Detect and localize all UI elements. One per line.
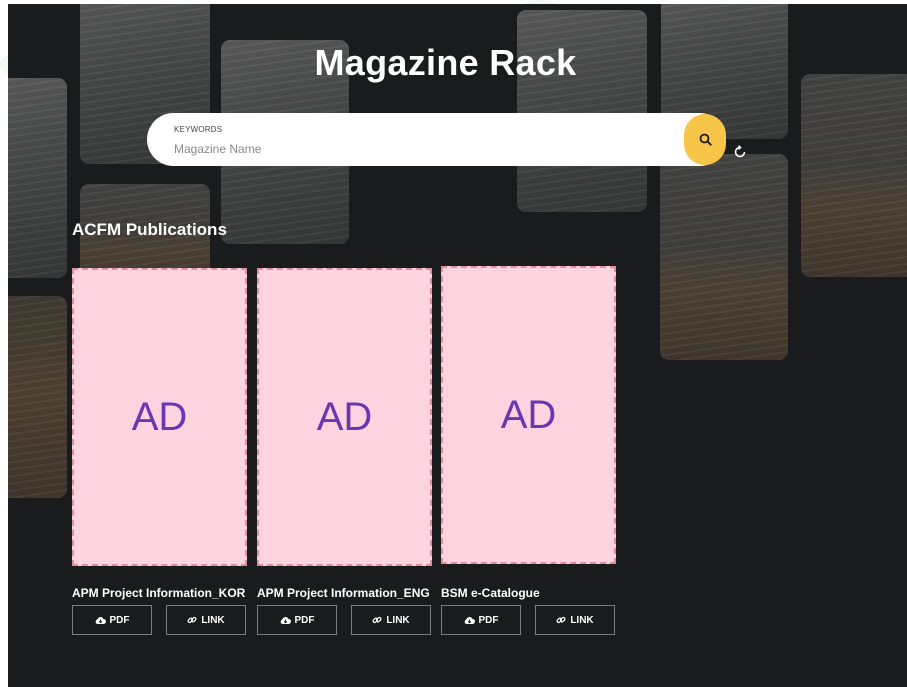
publication-cover-ad[interactable]: AD (441, 266, 616, 564)
magazine-rack-page: Magazine Rack KEYWORDS ACFM Publications… (8, 4, 907, 687)
search-caption: KEYWORDS (174, 125, 223, 134)
link-icon (556, 616, 566, 624)
background-photo-tile (8, 296, 67, 498)
background-photo-tile (517, 10, 647, 212)
pdf-button[interactable]: PDF (72, 605, 152, 635)
pdf-button-label: PDF (478, 614, 499, 626)
link-button-label: LINK (570, 614, 594, 626)
link-button[interactable]: LINK (351, 605, 431, 635)
link-button-label: LINK (201, 614, 225, 626)
background-photo-tile (660, 154, 788, 360)
link-icon (187, 616, 197, 624)
search-input[interactable] (172, 140, 656, 158)
search-icon (699, 133, 712, 146)
link-button[interactable]: LINK (166, 605, 246, 635)
publication-cover-ad[interactable]: AD (257, 268, 432, 566)
ad-label: AD (316, 394, 373, 439)
link-icon (372, 616, 382, 624)
search-button[interactable] (684, 114, 726, 165)
cloud-download-icon (464, 616, 475, 624)
link-button[interactable]: LINK (535, 605, 615, 635)
refresh-icon[interactable] (732, 144, 748, 160)
ad-label: AD (131, 394, 188, 439)
page-title: Magazine Rack (314, 42, 577, 83)
pdf-button[interactable]: PDF (441, 605, 521, 635)
background-photo-tile (801, 74, 907, 277)
pdf-button[interactable]: PDF (257, 605, 337, 635)
publication-title: BSM e-Catalogue (441, 586, 540, 600)
section-title: ACFM Publications (72, 220, 227, 239)
search-bar: KEYWORDS (147, 113, 726, 166)
ad-label: AD (500, 392, 557, 437)
publication-title: APM Project Information_KOR (72, 586, 246, 600)
publication-title: APM Project Information_ENG (257, 586, 430, 600)
background-photo-tile (8, 78, 67, 278)
pdf-button-label: PDF (109, 614, 130, 626)
cloud-download-icon (280, 616, 291, 624)
link-button-label: LINK (386, 614, 410, 626)
pdf-button-label: PDF (294, 614, 315, 626)
publication-cover-ad[interactable]: AD (72, 268, 247, 566)
cloud-download-icon (95, 616, 106, 624)
